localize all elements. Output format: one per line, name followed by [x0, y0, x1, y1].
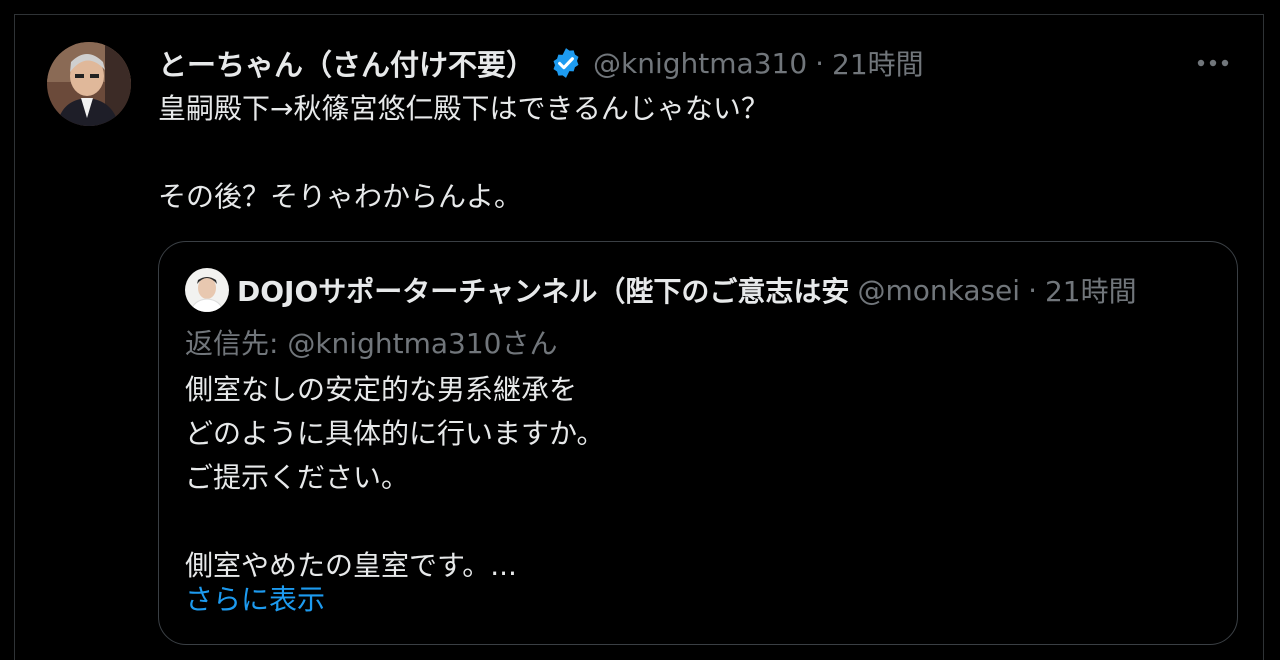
show-more-link[interactable]: さらに表示 [185, 578, 325, 622]
quoted-tweet-text: 側室なしの安定的な男系継承を どのように具体的に行いますか。 ご提示ください。 … [185, 373, 605, 582]
tweet-timestamp[interactable]: 21時間 [832, 43, 924, 83]
reply-to-label: 返信先: [185, 327, 288, 360]
quoted-tweet-header: DOJOサポーターチャンネル（陛下のご意志は安 @monkasei · 21時間 [237, 264, 1211, 316]
author-avatar[interactable] [47, 42, 131, 126]
verified-badge-icon[interactable] [549, 46, 583, 80]
quoted-tweet-timestamp: 21時間 [1044, 275, 1137, 308]
quoted-author-avatar[interactable] [185, 268, 229, 312]
separator-dot: · [815, 46, 825, 80]
tweet-header: とーちゃん（さん付け不要） @knightma310 · 21時間 [158, 41, 924, 85]
quoted-author-handle: @monkasei [857, 273, 1021, 307]
author-handle[interactable]: @knightma310 [593, 47, 807, 80]
quoted-tweet[interactable]: DOJOサポーターチャンネル（陛下のご意志は安 @monkasei · 21時間… [158, 241, 1238, 645]
reply-to-mention[interactable]: @knightma310さん [287, 327, 557, 360]
quoted-author-display-name: DOJOサポーターチャンネル（陛下のご意志は安 [237, 275, 850, 308]
author-display-name[interactable]: とーちゃん（さん付け不要） [158, 42, 535, 84]
tweet-text: 皇嗣殿下→秋篠宮悠仁殿下はできるんじゃない？ その後？そりゃわからんよ。 [158, 92, 769, 213]
reply-to-line: 返信先: @knightma310さん [185, 322, 557, 362]
quoted-separator-dot: · [1028, 273, 1037, 307]
tweet-card[interactable]: とーちゃん（さん付け不要） @knightma310 · 21時間 皇嗣殿下→秋… [14, 14, 1264, 660]
more-dots-icon[interactable] [1193, 51, 1233, 75]
